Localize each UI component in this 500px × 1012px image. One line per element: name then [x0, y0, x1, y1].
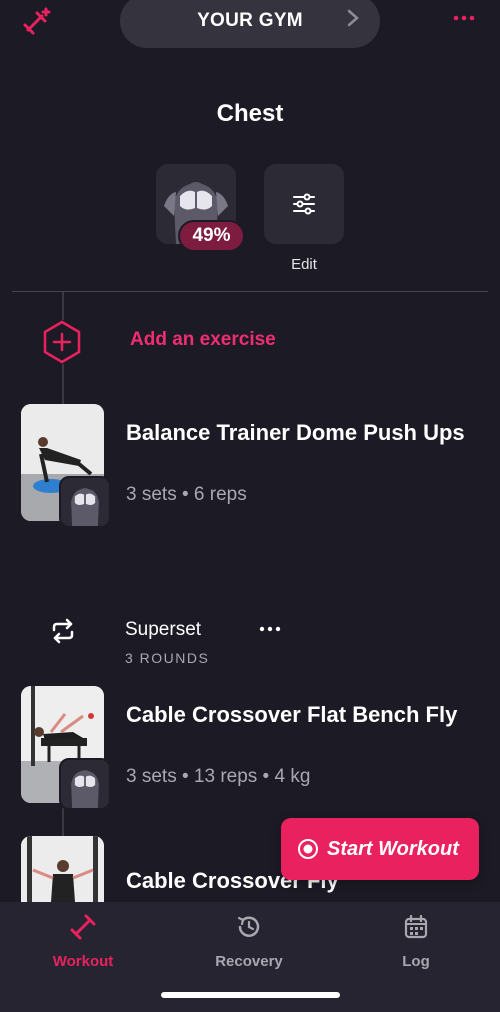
start-workout-button[interactable]: Start Workout	[281, 818, 479, 880]
recovery-clock-icon	[237, 916, 260, 937]
superset-more-icon[interactable]	[258, 624, 282, 634]
gym-name: YOUR GYM	[197, 10, 303, 31]
exercise-photo	[21, 836, 104, 902]
edit-label: Edit	[291, 256, 317, 273]
record-icon	[298, 839, 318, 859]
divider	[12, 291, 488, 292]
dumbbell-icon	[70, 914, 96, 940]
add-exercise-icon[interactable]	[42, 320, 82, 364]
start-workout-label: Start Workout	[327, 837, 459, 860]
tab-label: Workout	[52, 953, 114, 970]
superset-rounds: 3 ROUNDS	[125, 650, 210, 666]
dumbbell-sparkle-icon[interactable]	[22, 6, 52, 36]
tab-log[interactable]: Log	[361, 914, 471, 970]
calendar-icon	[404, 914, 428, 939]
page-title: Chest	[216, 100, 284, 127]
chest-muscle-icon	[59, 758, 111, 810]
superset-label: Superset	[125, 619, 202, 640]
exercise-thumbnail[interactable]	[21, 836, 104, 902]
add-exercise-link[interactable]: Add an exercise	[130, 329, 276, 351]
exercise-details: 3 sets • 13 reps • 4 kg	[126, 766, 311, 787]
tab-recovery[interactable]: Recovery	[194, 914, 304, 970]
timeline-line	[62, 364, 64, 404]
muscle-percent-badge: 49%	[178, 220, 245, 252]
top-bar: YOUR GYM	[0, 0, 500, 60]
tab-workout[interactable]: Workout	[28, 914, 138, 970]
sliders-icon	[293, 193, 315, 215]
exercise-details: 3 sets • 6 reps	[126, 484, 247, 505]
chevron-right-icon	[347, 9, 359, 27]
exercise-name[interactable]: Cable Crossover Flat Bench Fly	[126, 698, 466, 732]
more-options-icon[interactable]	[452, 12, 476, 24]
timeline-line	[62, 292, 64, 320]
edit-button[interactable]	[264, 164, 344, 244]
tab-label: Log	[402, 953, 430, 970]
gym-selector[interactable]: YOUR GYM	[120, 0, 380, 48]
superset-repeat-icon	[52, 618, 74, 644]
home-indicator	[161, 992, 340, 998]
tab-label: Recovery	[215, 953, 283, 970]
chest-muscle-icon	[59, 476, 111, 528]
exercise-name[interactable]: Balance Trainer Dome Push Ups	[126, 416, 466, 450]
